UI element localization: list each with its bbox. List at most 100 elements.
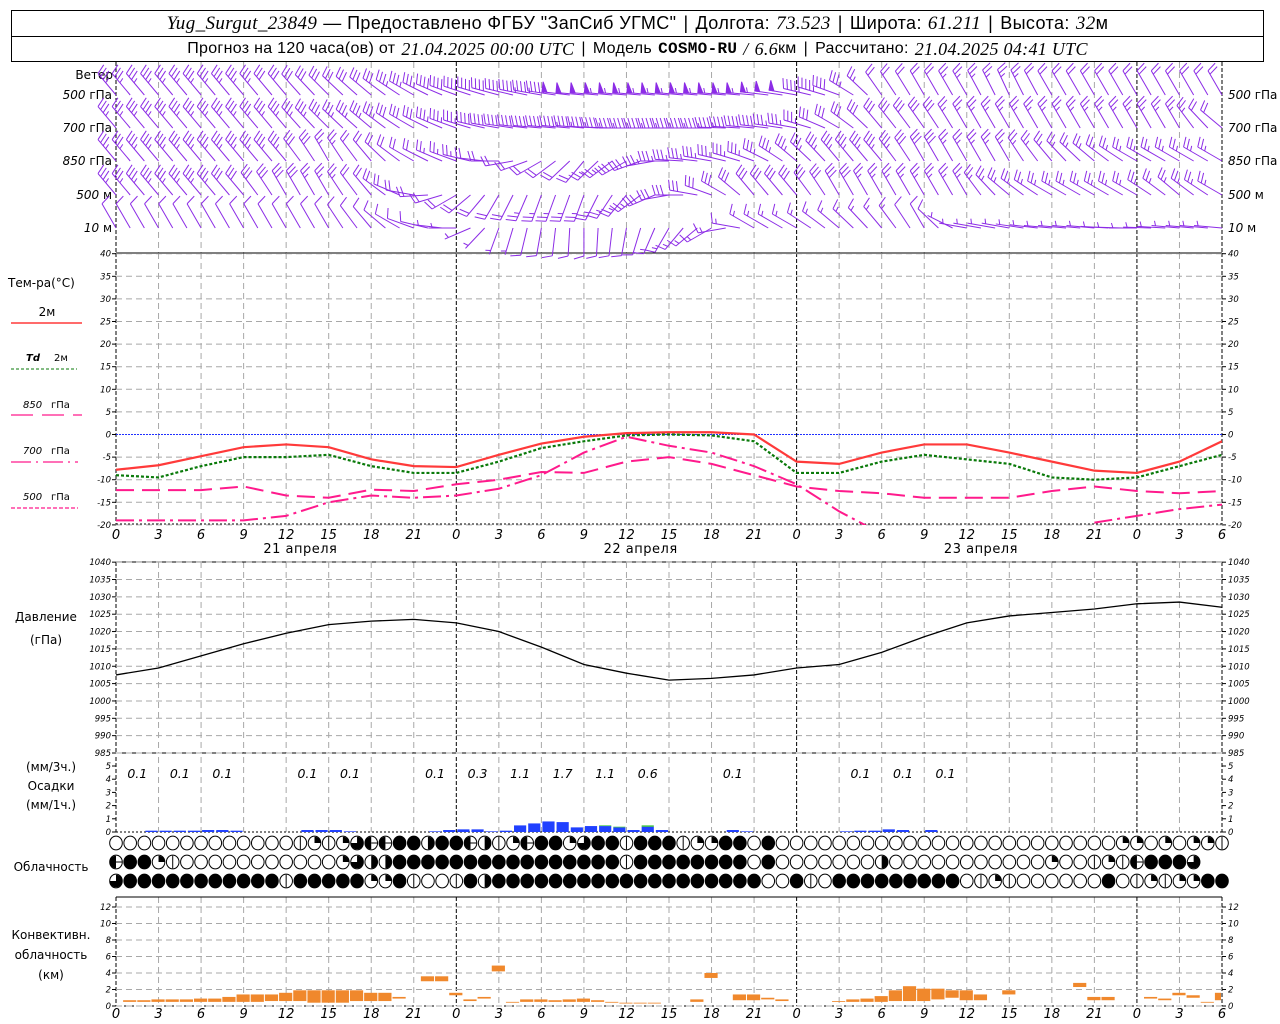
wind-barb [463,227,486,249]
wind-barb-shaft [364,141,386,162]
cloud-symbol [265,854,279,870]
temperature-hour-label: 12 [278,528,295,543]
cloud-symbol [364,854,379,870]
wind-barb-shaft [909,70,925,96]
wind-barb-feather [363,200,369,211]
wind-barb [700,170,726,196]
cloud-symbol [208,854,223,870]
wind-barb-shaft [812,84,840,96]
cloud-circle [534,835,549,851]
temperature-tick-label: -20 [97,521,111,531]
wind-barb-shaft [675,227,698,247]
wind-barb-feather [243,195,252,205]
wind-barb [909,128,925,162]
pressure-tick-label-right: 1030 [1228,593,1250,603]
wind-barb [339,129,358,162]
wind-barb-feather [1186,138,1190,150]
cloud-symbol [1087,854,1102,870]
wind-barb-feather [1140,136,1144,148]
wind-barb-half-feather [694,152,697,159]
wind-barb-half-feather [289,111,293,117]
precip-3h-total: 0.1 [340,766,360,781]
pressure-tick-label: 1035 [89,576,111,586]
cloud-symbol [477,873,492,889]
cloud-symbol [761,873,776,889]
convective-bar [349,990,364,1002]
cloud-symbol [449,835,464,851]
wind-barb-shaft [749,173,769,196]
wind-barb-half-feather [715,218,717,224]
wind-barb-shaft [239,73,259,96]
wind-barb [314,162,330,196]
wind-barb-half-feather [768,147,772,153]
cloud-circle [761,854,776,870]
wind-barb-feather [640,189,646,200]
wind-barb-feather [1087,172,1091,184]
cloud-symbol [236,873,251,889]
cloud-circle [917,873,932,889]
wind-barb [414,219,443,229]
wind-barb-half-feather [839,81,842,87]
cloud-symbol [832,873,846,889]
wind-barb-half-feather [133,178,138,184]
wind-barb-feather [1160,169,1166,180]
cloud-symbol [775,854,790,870]
wind-barb-shaft [814,113,840,129]
cloud-circle [1144,854,1158,870]
cloud-symbol [1002,835,1017,851]
cloud-symbol [321,835,336,851]
cloud-symbol [718,873,733,889]
wind-barb-feather [352,69,358,80]
cloud-circle [605,854,620,870]
cloud-symbol [194,854,208,870]
cloud-circle [775,835,790,851]
wind-barb-feather [1183,136,1187,148]
convective-bar [931,988,945,1000]
wind-barb-feather [551,216,562,219]
wind-barb-shaft [211,73,230,96]
pressure-unit: (гПа) [30,633,62,647]
wind-barb [211,97,230,129]
temperature-hour-label: 0 [452,528,460,543]
wind-barb-shaft [253,73,273,96]
wind-barb [937,96,954,129]
wind-barb [952,128,968,162]
cloud-symbol [704,873,719,889]
wind-barb-half-feather [1190,178,1194,185]
wind-barb-feather [537,82,541,93]
wind-barb-feather [697,144,699,155]
cloud-symbol [307,854,322,870]
cloud-symbol [903,835,917,851]
wind-barb-feather [682,145,685,157]
cloud-circle [959,873,974,889]
temperature-hour-label: 9 [239,528,247,543]
cloud-fill [995,874,1002,881]
cloud-symbol [364,873,379,889]
wind-barb-feather [389,70,393,82]
wind-barb-feather [823,79,826,90]
wind-barb-feather [311,68,318,79]
wind-barb-feather [415,106,419,117]
cloud-circle [506,873,520,889]
cloud-circle [520,854,535,870]
cloud-symbol [676,873,690,889]
wind-barb-feather [419,108,422,119]
wind-barb-shaft [376,143,400,162]
wind-barb-feather [743,203,747,215]
precip-bar-other [613,826,626,828]
wind-barb-shaft [846,75,868,96]
wind-barb-feather [382,106,387,118]
cloud-symbol [1201,873,1215,889]
wind-barb-feather [717,167,724,178]
wind-barb-half-feather [1140,106,1146,112]
wind-barb-shaft [847,207,868,229]
cloud-circle [492,873,506,889]
cloud-circle [250,854,265,870]
precip-bar [641,826,654,832]
cloud-symbol [917,854,932,870]
wind-barb-shaft [111,73,131,96]
wind-barb-shaft [140,106,159,129]
cloud-circle [832,873,846,889]
convective-hour-label: 18 [363,1007,380,1022]
wind-barb-shaft [1055,180,1081,196]
